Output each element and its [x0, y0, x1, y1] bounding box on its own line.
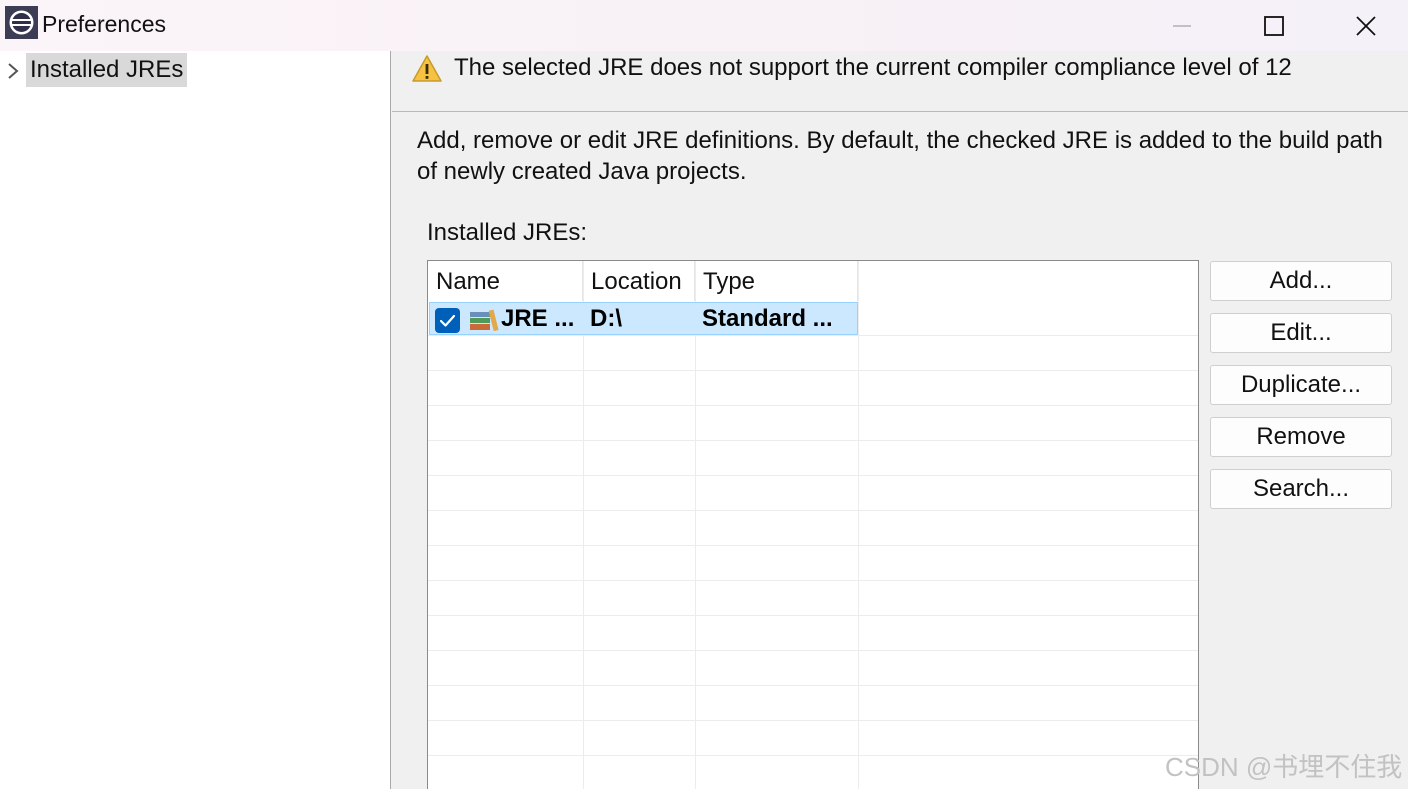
- title-bar[interactable]: Preferences: [0, 0, 1408, 51]
- column-divider: [583, 261, 584, 789]
- page-description: Add, remove or edit JRE definitions. By …: [417, 127, 1383, 185]
- row-divider: [428, 405, 1198, 406]
- preferences-tree[interactable]: Installed JREs: [0, 51, 391, 789]
- cell-jre-name: JRE ...: [501, 305, 575, 332]
- edit-button[interactable]: Edit...: [1210, 313, 1392, 353]
- row-divider: [428, 755, 1198, 756]
- column-divider: [695, 261, 696, 789]
- row-divider: [428, 720, 1198, 721]
- eclipse-app-icon: [5, 6, 38, 39]
- row-divider: [428, 650, 1198, 651]
- row-divider: [428, 475, 1198, 476]
- warning-text: The selected JRE does not support the cu…: [454, 54, 1292, 81]
- tree-item-installed-jres[interactable]: Installed JREs: [26, 53, 188, 87]
- checkmark-icon: [439, 314, 456, 327]
- row-divider: [428, 580, 1198, 581]
- row-divider: [428, 510, 1198, 511]
- jre-library-icon: [470, 309, 499, 332]
- chevron-right-icon[interactable]: [6, 61, 20, 81]
- search-button[interactable]: Search...: [1210, 469, 1392, 509]
- column-divider: [858, 261, 859, 789]
- row-divider: [428, 440, 1198, 441]
- minimize-icon: [1173, 24, 1191, 27]
- duplicate-button[interactable]: Duplicate...: [1210, 365, 1392, 405]
- cell-jre-location: D:\: [590, 305, 622, 332]
- window-title: Preferences: [42, 11, 167, 37]
- close-icon: [1356, 15, 1376, 36]
- row-divider: [428, 545, 1198, 546]
- warning-icon: [412, 55, 442, 82]
- column-header-location[interactable]: Location: [583, 261, 695, 301]
- installed-jres-table[interactable]: Name Location Type JRE ... D:\ Standard …: [427, 260, 1199, 789]
- csdn-watermark: CSDN @书埋不住我: [1165, 752, 1403, 782]
- remove-button[interactable]: Remove: [1210, 417, 1392, 457]
- row-divider: [428, 615, 1198, 616]
- row-divider: [428, 370, 1198, 371]
- warning-message-area: The selected JRE does not support the cu…: [392, 51, 1408, 112]
- maximize-button[interactable]: [1228, 0, 1320, 51]
- jre-default-checkbox[interactable]: [435, 308, 460, 333]
- close-button[interactable]: [1320, 0, 1408, 51]
- cell-jre-type: Standard ...: [702, 305, 833, 332]
- column-header-name[interactable]: Name: [428, 261, 583, 301]
- column-header-type[interactable]: Type: [695, 261, 858, 301]
- row-divider: [428, 685, 1198, 686]
- installed-jres-label: Installed JREs:: [427, 219, 588, 246]
- add-button[interactable]: Add...: [1210, 261, 1392, 301]
- table-header: Name Location Type: [428, 261, 1198, 301]
- row-divider: [428, 335, 1198, 336]
- maximize-icon: [1264, 15, 1284, 36]
- minimize-button[interactable]: [1136, 0, 1228, 51]
